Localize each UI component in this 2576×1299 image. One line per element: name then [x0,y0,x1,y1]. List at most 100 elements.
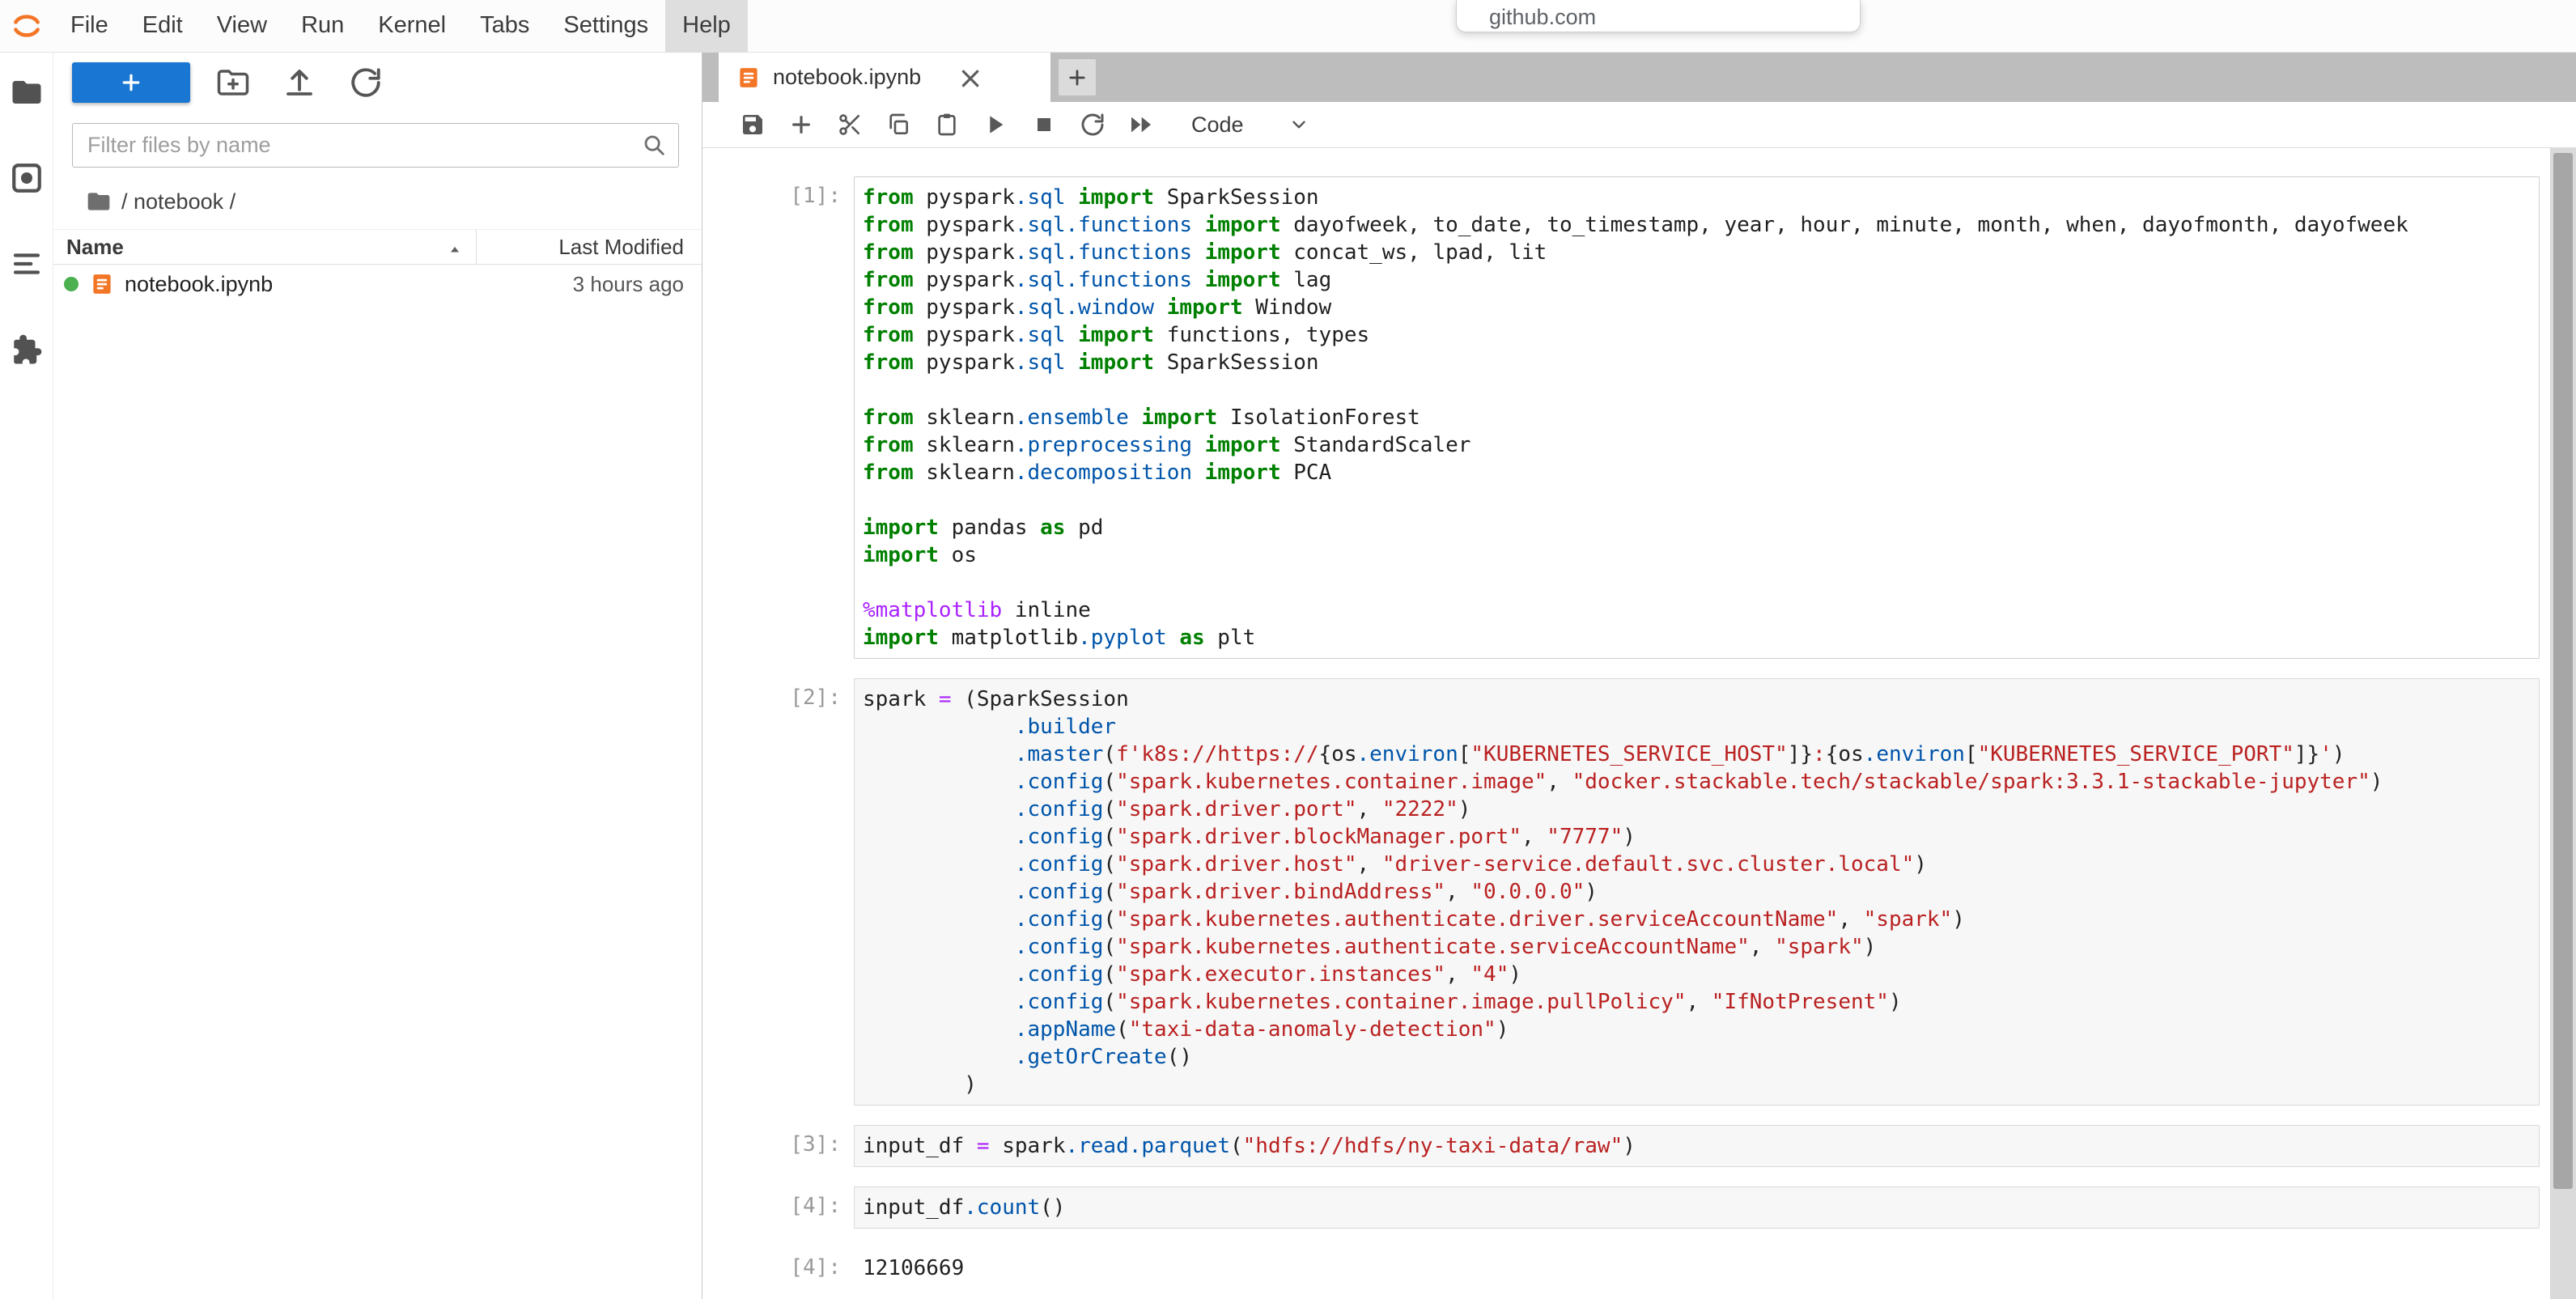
activity-bar [0,53,53,1299]
cell-editor[interactable]: input_df = spark.read.parquet("hdfs://hd… [854,1125,2540,1167]
filter-files-input[interactable] [72,123,679,168]
code-cell: [4]:input_df.count() [702,1187,2576,1229]
cut-icon[interactable] [837,112,863,138]
menu-item-help[interactable]: Help [665,0,748,53]
code-line: .config("spark.driver.host", "driver-ser… [863,851,2531,878]
code-cell: [2]:spark = (SparkSession .builder .mast… [702,678,2576,1106]
code-line: import pandas as pd [863,514,2531,541]
breadcrumb[interactable]: / notebook / [53,176,702,229]
toc-icon[interactable] [10,247,44,281]
code-line: from pyspark.sql.functions import lag [863,266,2531,294]
copy-icon[interactable] [885,112,911,138]
home-folder-icon[interactable] [86,189,112,214]
file-list-header: Name Last Modified [53,229,702,265]
run-icon[interactable] [982,112,1008,138]
save-icon[interactable] [740,112,766,138]
code-line [863,486,2531,514]
refresh-icon[interactable] [349,66,383,100]
restart-icon[interactable] [1080,112,1106,138]
code-line: import matplotlib.pyplot as plt [863,624,2531,652]
scrollbar-thumb[interactable] [2553,153,2573,1189]
cell-prompt: [4]: [702,1248,854,1282]
code-line: .config("spark.driver.bindAddress", "0.0… [863,878,2531,906]
cell-editor[interactable]: from pyspark.sql import SparkSessionfrom… [854,176,2540,659]
cell-type-dropdown[interactable]: Code [1191,112,1309,138]
code-line: input_df = spark.read.parquet("hdfs://hd… [863,1132,2531,1160]
running-kernels-icon[interactable] [10,161,44,195]
tab-notebook[interactable]: notebook.ipynb × [719,53,1050,102]
file-browser-actions [216,66,383,100]
code-line: from pyspark.sql.functions import dayofw… [863,211,2531,239]
column-header-modified[interactable]: Last Modified [477,230,702,264]
code-line: from pyspark.sql import SparkSession [863,184,2531,211]
menu-item-kernel[interactable]: Kernel [361,0,463,53]
cell-prompt: [1]: [702,176,854,659]
code-line: .config("spark.kubernetes.authenticate.d… [863,906,2531,933]
tab-title: notebook.ipynb [773,65,921,90]
menu-item-view[interactable]: View [200,0,284,53]
file-row[interactable]: notebook.ipynb 3 hours ago [53,265,702,304]
code-line: from pyspark.sql import SparkSession [863,349,2531,376]
column-header-name[interactable]: Name [53,230,477,264]
cell-output: 12106669 [854,1248,2576,1282]
code-line: %matplotlib inline [863,596,2531,624]
code-cell: [3]: input_df = spark.read.parquet("hdfs:… [702,1125,2576,1167]
file-browser-panel: / notebook / Name Last Modified notebook… [53,53,702,1299]
cell-editor[interactable]: spark = (SparkSession .builder .master(f… [854,678,2540,1106]
close-icon[interactable]: × [957,62,983,93]
code-line: .config("spark.kubernetes.authenticate.s… [863,933,2531,961]
notebook-toolbar: Code [702,102,2576,148]
tab-bar: notebook.ipynb × [702,53,2576,102]
file-modified: 3 hours ago [573,272,702,297]
chevron-down-icon [1288,114,1309,135]
notebook-file-icon [736,66,761,90]
filter-box [72,123,679,168]
code-line: .config("spark.driver.blockManager.port"… [863,823,2531,851]
sort-ascending-icon [447,239,463,255]
code-line: from pyspark.sql import functions, types [863,321,2531,349]
jupyterlab-app: FileEditViewRunKernelTabsSettingsHelp gi… [0,0,2576,1299]
output-cell: [4]: 12106669 [702,1248,2576,1282]
new-launcher-button[interactable] [72,62,190,103]
cell-prompt: [3]: [702,1125,854,1167]
menu-item-settings[interactable]: Settings [546,0,665,53]
plus-icon [1066,66,1089,89]
new-tab-button[interactable] [1059,59,1096,96]
extensions-icon[interactable] [10,333,44,367]
menu-item-run[interactable]: Run [284,0,361,53]
breadcrumb-path[interactable]: / notebook / [121,189,236,214]
code-line: .getOrCreate() [863,1043,2531,1071]
file-name: notebook.ipynb [125,272,273,297]
restart-run-all-icon[interactable] [1128,112,1154,138]
menu-item-file[interactable]: File [53,0,125,53]
new-folder-icon[interactable] [216,66,250,100]
file-browser-icon[interactable] [10,75,44,109]
upload-icon[interactable] [282,66,316,100]
cell-editor[interactable]: input_df.count() [854,1187,2540,1229]
menu-bar-items: FileEditViewRunKernelTabsSettingsHelp [53,0,748,53]
code-line: .config("spark.kubernetes.container.imag… [863,988,2531,1016]
code-line: from sklearn.decomposition import PCA [863,459,2531,486]
column-name-label: Name [66,235,124,260]
code-line [863,376,2531,404]
code-line: from sklearn.preprocessing import Standa… [863,431,2531,459]
vertical-scrollbar[interactable] [2550,148,2576,1299]
interrupt-icon[interactable] [1031,112,1057,138]
menu-item-edit[interactable]: Edit [125,0,200,53]
plus-icon [119,70,143,95]
code-line: .config("spark.kubernetes.container.imag… [863,768,2531,796]
search-icon [642,133,666,157]
code-line: spark = (SparkSession [863,686,2531,713]
code-line: .config("spark.driver.port", "2222") [863,796,2531,823]
code-line: from pyspark.sql.window import Window [863,294,2531,321]
code-line: input_df.count() [863,1194,2531,1221]
jupyter-logo [0,9,53,43]
notebook-cells: [1]:from pyspark.sql import SparkSession… [702,176,2576,1282]
code-cell: [1]:from pyspark.sql import SparkSession… [702,176,2576,659]
menu-bar: FileEditViewRunKernelTabsSettingsHelp [0,0,2576,53]
code-line: .master(f'k8s://https://{os.environ["KUB… [863,741,2531,768]
paste-icon[interactable] [934,112,960,138]
menu-item-tabs[interactable]: Tabs [463,0,546,53]
insert-cell-icon[interactable] [788,112,814,138]
code-line: 12106669 [863,1254,2568,1282]
